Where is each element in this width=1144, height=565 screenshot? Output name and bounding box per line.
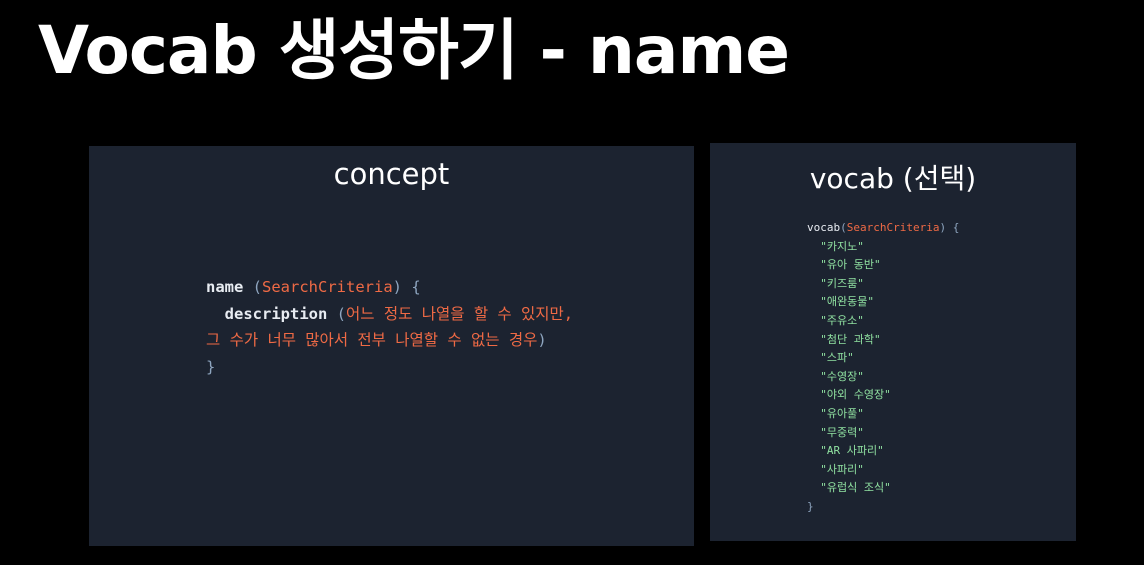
vocab-keyword: vocab xyxy=(807,221,841,234)
code-keyword-name: name xyxy=(206,278,244,296)
vocab-item-text: "수영장" xyxy=(820,369,864,383)
vocab-item: "유럽식 조식" xyxy=(807,479,959,498)
vocab-item: "무중력" xyxy=(807,424,959,443)
vocab-item-text: "AR 사파리" xyxy=(820,444,884,458)
vocab-panel-title: vocab (선택) xyxy=(809,162,977,195)
vocab-item: "스파" xyxy=(807,349,959,368)
vocab-item: "유아 동반" xyxy=(807,256,959,275)
code-line-description-2: 그 수가 너무 많아서 전부 나열할 수 없는 경우) xyxy=(206,327,573,354)
code-desc-close-paren: ) xyxy=(537,331,547,349)
code-close-paren-brace: ) { xyxy=(392,278,421,296)
vocab-item: "야외 수영장" xyxy=(807,386,959,405)
vocab-item: "키즈룸" xyxy=(807,275,959,294)
code-open-paren: ( xyxy=(252,278,263,296)
code-line-description: description (어느 정도 나열을 할 수 있지만, xyxy=(206,301,573,328)
concept-panel-title: concept xyxy=(333,157,450,191)
vocab-item: "첨단 과학" xyxy=(807,331,959,350)
vocab-line-header: vocab(SearchCriteria) { xyxy=(807,219,959,238)
vocab-type-name: SearchCriteria xyxy=(846,221,940,234)
vocab-item-text: "유아풀" xyxy=(820,406,864,420)
vocab-item: "유아풀" xyxy=(807,405,959,424)
vocab-item-text: "유아 동반" xyxy=(820,258,881,272)
vocab-item-text: "스파" xyxy=(820,351,854,365)
vocab-panel: vocab (선택) vocab(SearchCriteria) { "카지노"… xyxy=(710,143,1076,541)
vocab-close-brace: } xyxy=(807,499,814,513)
vocab-open-paren: ( xyxy=(840,221,847,234)
code-line-name: name (SearchCriteria) { xyxy=(206,274,573,301)
vocab-close-paren-brace: ) { xyxy=(939,221,960,234)
code-type-name: SearchCriteria xyxy=(262,278,393,296)
vocab-item: "수영장" xyxy=(807,368,959,387)
vocab-item-text: "무중력" xyxy=(820,425,864,439)
code-desc-open-paren: ( xyxy=(336,304,347,323)
vocab-item-text: "유럽식 조식" xyxy=(820,481,891,495)
vocab-item: "사파리" xyxy=(807,461,959,480)
code-desc-text-2: 그 수가 너무 많아서 전부 나열할 수 없는 경우 xyxy=(206,331,538,349)
vocab-item-text: "카지노" xyxy=(820,239,864,253)
code-close-brace: } xyxy=(206,357,216,376)
vocab-item-text: "키즈룸" xyxy=(820,276,864,290)
concept-panel: concept name (SearchCriteria) { descript… xyxy=(89,146,694,546)
slide-title: Vocab 생성하기 - name xyxy=(38,12,790,89)
code-line-close: } xyxy=(206,354,573,381)
vocab-item-list: "카지노" "유아 동반" "키즈룸" "애완동물" "주유소" "첨단 과학"… xyxy=(807,238,959,498)
vocab-item-text: "주유소" xyxy=(820,313,864,327)
vocab-item: "주유소" xyxy=(807,312,959,331)
code-keyword-description: description xyxy=(224,304,328,323)
vocab-item-text: "사파리" xyxy=(820,462,864,476)
vocab-item-text: "야외 수영장" xyxy=(820,388,891,402)
vocab-item-text: "애완동물" xyxy=(820,295,874,309)
vocab-item-text: "첨단 과학" xyxy=(820,332,881,346)
vocab-code-block: vocab(SearchCriteria) { "카지노" "유아 동반" "키… xyxy=(807,219,959,517)
vocab-line-close: } xyxy=(807,498,959,517)
concept-code-block: name (SearchCriteria) { description (어느 … xyxy=(206,274,573,380)
code-desc-text-1: 어느 정도 나열을 할 수 있지만, xyxy=(346,304,574,323)
vocab-item: "AR 사파리" xyxy=(807,442,959,461)
vocab-item: "애완동물" xyxy=(807,293,959,312)
vocab-item: "카지노" xyxy=(807,238,959,257)
